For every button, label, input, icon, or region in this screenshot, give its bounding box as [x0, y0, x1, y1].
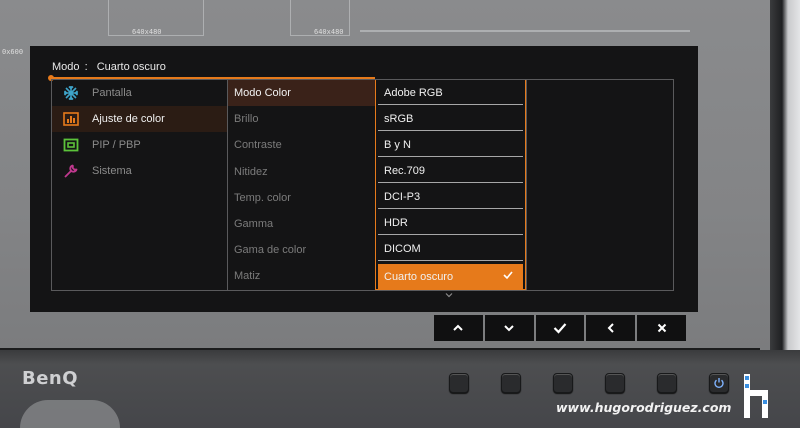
display-icon	[62, 84, 80, 102]
menu-item-label: Sistema	[92, 165, 132, 177]
column-divider	[526, 80, 527, 290]
softkey-down[interactable]	[484, 315, 534, 341]
mode-label: Modo	[52, 61, 80, 73]
chevron-left-icon	[607, 323, 614, 333]
option-dci-p3[interactable]: DCI-P3	[378, 185, 523, 209]
submenu-item-matiz[interactable]: Matiz	[228, 263, 375, 289]
option-cuarto-oscuro[interactable]: Cuarto oscuro	[378, 264, 523, 289]
submenu-item-brillo[interactable]: Brillo	[228, 106, 375, 132]
softkey-confirm[interactable]	[535, 315, 585, 341]
check-icon	[553, 323, 567, 334]
submenu-item-nitidez[interactable]: Nitidez	[228, 159, 375, 185]
submenu-item-temp-color[interactable]: Temp. color	[228, 185, 375, 211]
submenu-item-modo-color[interactable]: Modo Color	[228, 80, 375, 106]
option-adobe-rgb[interactable]: Adobe RGB	[378, 81, 523, 105]
resolution-guide-label: 640x480	[132, 28, 162, 36]
osd-menu-panel: Pantalla Ajuste de color PIP / PBP Siste…	[51, 79, 674, 291]
scroll-down-icon[interactable]	[445, 291, 453, 299]
power-button[interactable]	[709, 373, 729, 393]
hardware-button-2[interactable]	[501, 373, 521, 393]
monitor-stand	[20, 400, 120, 428]
hardware-button-4[interactable]	[605, 373, 625, 393]
power-icon	[714, 378, 724, 389]
watermark-text: www.hugorodriguez.com	[556, 400, 732, 415]
hardware-button-5[interactable]	[657, 373, 677, 393]
option-rec709[interactable]: Rec.709	[378, 159, 523, 183]
option-hdr[interactable]: HDR	[378, 211, 523, 235]
submenu-item-gama-de-color[interactable]: Gama de color	[228, 237, 375, 263]
pip-icon	[62, 136, 80, 154]
mode-indicator: Modo : Cuarto oscuro	[52, 61, 166, 73]
color-mode-options: Adobe RGB sRGB B y N Rec.709 DCI-P3 HDR …	[375, 80, 526, 290]
site-logo	[744, 374, 768, 418]
option-dicom[interactable]: DICOM	[378, 237, 523, 261]
option-srgb[interactable]: sRGB	[378, 107, 523, 131]
mode-separator: :	[84, 61, 88, 73]
hardware-button-1[interactable]	[449, 373, 469, 393]
mode-value: Cuarto oscuro	[96, 61, 166, 73]
hardware-button-3[interactable]	[553, 373, 573, 393]
submenu-item-gamma[interactable]: Gamma	[228, 211, 375, 237]
chevron-down-icon	[504, 325, 514, 332]
color-adjust-icon	[62, 110, 80, 128]
option-b-y-n[interactable]: B y N	[378, 133, 523, 157]
softkey-back[interactable]	[586, 315, 636, 341]
brand-logo: BenQ	[22, 368, 79, 389]
softkey-exit[interactable]	[637, 315, 686, 341]
resolution-guide-label: 640x480	[314, 28, 344, 36]
resolution-guide-frame	[360, 30, 690, 32]
menu-item-pantalla[interactable]: Pantalla	[52, 80, 227, 106]
menu-item-sistema[interactable]: Sistema	[52, 158, 227, 184]
menu-item-label: Pantalla	[92, 87, 132, 99]
check-icon	[503, 270, 513, 283]
wrench-icon	[62, 162, 80, 180]
softkey-up[interactable]	[434, 315, 483, 341]
close-icon	[657, 323, 666, 333]
menu-item-pip-pbp[interactable]: PIP / PBP	[52, 132, 227, 158]
chevron-up-icon	[453, 324, 464, 331]
monitor-bottom-bezel	[0, 350, 800, 428]
monitor-right-bezel	[770, 0, 800, 350]
resolution-guide-label: 0x600	[2, 48, 24, 56]
menu-item-ajuste-de-color[interactable]: Ajuste de color	[52, 106, 227, 132]
menu-item-label: Ajuste de color	[92, 113, 165, 125]
submenu-item-contraste[interactable]: Contraste	[228, 132, 375, 158]
softkey-hint-bar	[434, 315, 686, 341]
option-label: Cuarto oscuro	[384, 270, 454, 283]
osd-window: Modo : Cuarto oscuro Pantalla Ajuste de …	[30, 46, 698, 312]
menu-item-label: PIP / PBP	[92, 139, 141, 151]
